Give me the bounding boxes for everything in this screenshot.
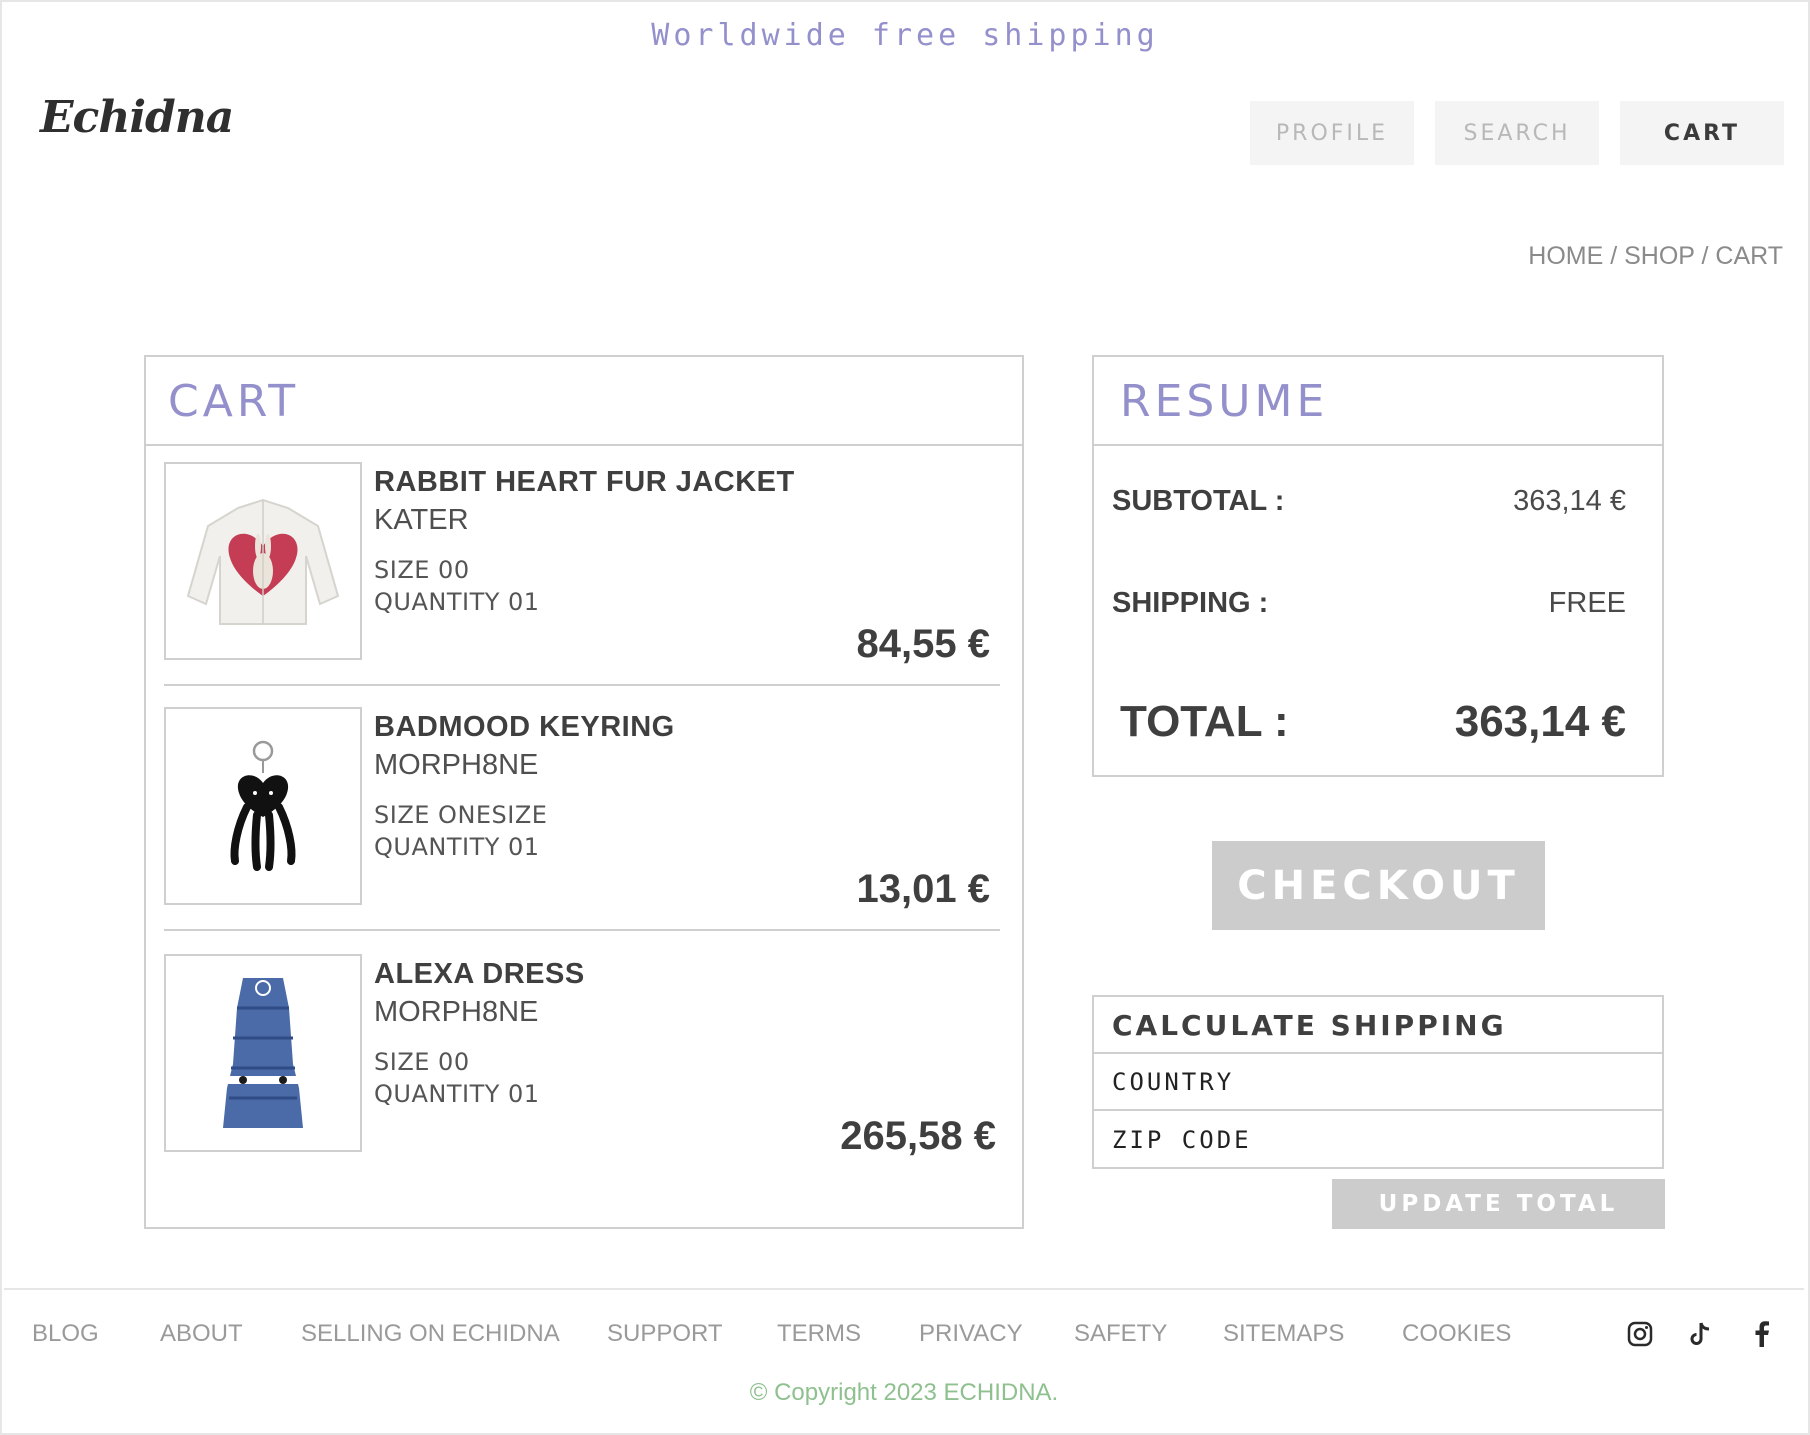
breadcrumb-current: CART <box>1715 242 1783 270</box>
item-divider <box>164 684 1000 686</box>
product-price: 265,58 € <box>840 1114 996 1158</box>
product-size: SIZE 00 <box>374 556 470 584</box>
breadcrumb-home[interactable]: HOME <box>1528 242 1603 270</box>
resume-title: RESUME <box>1094 357 1662 446</box>
facebook-icon[interactable] <box>1746 1318 1778 1350</box>
product-image[interactable] <box>164 954 362 1152</box>
footer-link-selling[interactable]: SELLING ON ECHIDNA <box>301 1320 560 1348</box>
country-row <box>1094 1054 1662 1111</box>
footer: BLOG ABOUT SELLING ON ECHIDNA SUPPORT TE… <box>4 1288 1804 1433</box>
footer-link-support[interactable]: SUPPORT <box>607 1320 723 1348</box>
cart-item: BADMOOD KEYRING MORPH8NE SIZE ONESIZE QU… <box>164 707 1000 937</box>
resume-panel: RESUME SUBTOTAL : 363,14 € SHIPPING : FR… <box>1092 355 1664 777</box>
footer-link-privacy[interactable]: PRIVACY <box>919 1320 1023 1348</box>
footer-link-cookies[interactable]: COOKIES <box>1402 1320 1511 1348</box>
footer-link-terms[interactable]: TERMS <box>777 1320 861 1348</box>
tiktok-icon[interactable] <box>1685 1318 1717 1350</box>
update-total-button[interactable]: UPDATE TOTAL <box>1332 1179 1665 1229</box>
jacket-image <box>186 498 340 625</box>
product-quantity: QUANTITY 01 <box>374 1080 540 1108</box>
cart-item: RABBIT HEART FUR JACKET KATER SIZE 00 QU… <box>164 462 1000 692</box>
product-brand: MORPH8NE <box>374 996 539 1028</box>
product-price: 84,55 € <box>856 622 990 666</box>
breadcrumb-shop[interactable]: SHOP <box>1624 242 1694 270</box>
footer-link-safety[interactable]: SAFETY <box>1074 1320 1167 1348</box>
footer-link-sitemaps[interactable]: SITEMAPS <box>1223 1320 1344 1348</box>
product-size: SIZE 00 <box>374 1048 470 1076</box>
product-name[interactable]: ALEXA DRESS <box>374 958 585 991</box>
product-image[interactable] <box>164 462 362 660</box>
product-price: 13,01 € <box>856 867 990 911</box>
zip-code-input[interactable] <box>1112 1111 1662 1168</box>
subtotal-label: SUBTOTAL : <box>1112 485 1285 517</box>
product-quantity: QUANTITY 01 <box>374 833 540 861</box>
cart-title: CART <box>146 357 1022 446</box>
footer-link-about[interactable]: ABOUT <box>160 1320 243 1348</box>
profile-button[interactable]: PROFILE <box>1250 101 1414 165</box>
echidna-logo[interactable]: Echidna <box>40 92 234 143</box>
product-quantity: QUANTITY 01 <box>374 588 540 616</box>
shipping-value: FREE <box>1548 587 1626 619</box>
cart-panel: CART RABBIT HEART FUR JACKET KATER SIZE … <box>144 355 1024 1229</box>
search-button[interactable]: SEARCH <box>1435 101 1599 165</box>
total-value: 363,14 € <box>1454 697 1626 746</box>
breadcrumb-separator: / <box>1701 242 1709 270</box>
calculate-shipping-title: CALCULATE SHIPPING <box>1094 997 1662 1054</box>
product-brand: KATER <box>374 504 469 536</box>
breadcrumb-separator: / <box>1610 242 1618 270</box>
subtotal-value: 363,14 € <box>1513 485 1626 517</box>
product-name[interactable]: RABBIT HEART FUR JACKET <box>374 466 795 499</box>
keyring-image <box>230 740 296 871</box>
product-brand: MORPH8NE <box>374 749 539 781</box>
item-divider <box>164 929 1000 931</box>
cart-item: ALEXA DRESS MORPH8NE SIZE 00 QUANTITY 01… <box>164 954 1000 1184</box>
shipping-label: SHIPPING : <box>1112 587 1269 619</box>
shipping-banner: Worldwide free shipping <box>651 18 1159 53</box>
zip-row <box>1094 1111 1662 1168</box>
footer-link-blog[interactable]: BLOG <box>32 1320 99 1348</box>
instagram-icon[interactable] <box>1624 1318 1656 1350</box>
country-input[interactable] <box>1112 1054 1662 1110</box>
product-name[interactable]: BADMOOD KEYRING <box>374 711 675 744</box>
copyright-text: © Copyright 2023 ECHIDNA. <box>749 1379 1059 1406</box>
product-size: SIZE ONESIZE <box>374 801 548 829</box>
cart-button[interactable]: CART <box>1620 101 1784 165</box>
calculate-shipping-form: CALCULATE SHIPPING <box>1092 995 1664 1169</box>
breadcrumb: HOME / SHOP / CART <box>1528 242 1783 271</box>
dress-image <box>223 978 303 1128</box>
checkout-button[interactable]: CHECKOUT <box>1212 841 1545 930</box>
total-label: TOTAL : <box>1120 697 1289 746</box>
product-image[interactable] <box>164 707 362 905</box>
